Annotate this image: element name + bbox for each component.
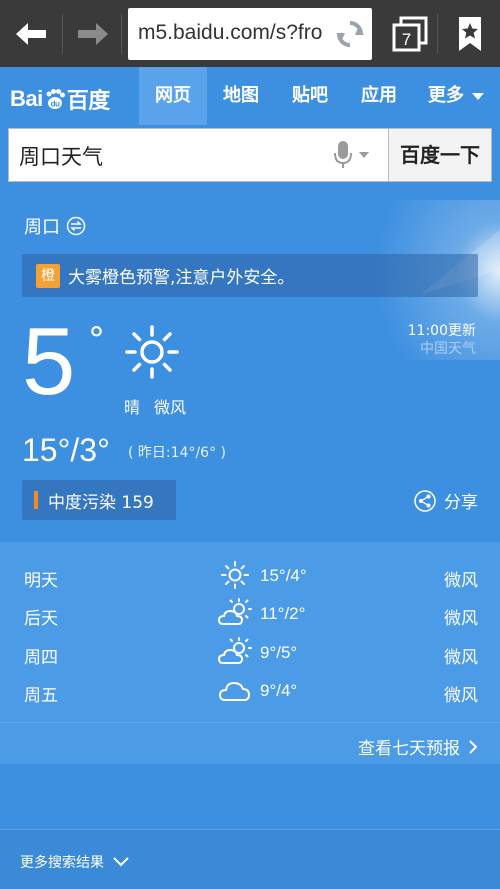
sun-icon xyxy=(125,325,179,379)
bookmark-button[interactable] xyxy=(450,14,490,54)
weather-source: 中国天气 xyxy=(420,341,476,357)
seven-day-label: 查看七天预报 xyxy=(358,739,460,759)
weather-alert[interactable]: 橙 大雾橙色预警,注意户外安全。 xyxy=(22,254,478,297)
temperature-range: 15°/3° xyxy=(22,432,110,468)
weather-condition: 晴微风 xyxy=(124,394,200,418)
tabs-button[interactable]: 7 xyxy=(390,14,430,54)
toolbar-divider xyxy=(437,14,438,54)
svg-text:du: du xyxy=(50,100,59,109)
search-input[interactable]: 周口天气 xyxy=(8,128,388,182)
more-results-label: 更多搜索结果 xyxy=(20,855,104,871)
tab-tieba[interactable]: 贴吧 xyxy=(276,67,344,125)
condition-text: 晴 xyxy=(124,398,141,417)
degree-symbol: ° xyxy=(88,320,105,360)
sun-cloud-icon xyxy=(218,598,252,625)
search-row: 周口天气 百度一下 xyxy=(8,128,492,182)
forward-button[interactable] xyxy=(67,8,119,60)
forecast-day: 明天 xyxy=(24,571,58,591)
tabs-icon: 7 xyxy=(392,16,428,52)
share-label: 分享 xyxy=(444,493,478,513)
swap-city-icon xyxy=(66,216,86,236)
city-selector[interactable]: 周口 xyxy=(24,213,86,239)
baidu-header: Bai du 百度 网页 地图 贴吧 应用 更多 xyxy=(0,67,500,125)
forecast-temps: 9°/4° xyxy=(260,681,298,700)
forecast-wind: 微风 xyxy=(444,648,478,668)
toolbar-divider xyxy=(121,14,122,54)
forecast-temps: 11°/2° xyxy=(260,604,306,623)
tab-webpage[interactable]: 网页 xyxy=(139,67,207,125)
bookmark-star-icon xyxy=(459,17,481,51)
city-name: 周口 xyxy=(24,217,60,238)
forecast-wind: 微风 xyxy=(444,571,478,591)
sun-cloud-icon xyxy=(218,637,252,664)
forecast-day: 后天 xyxy=(24,609,58,629)
tab-map[interactable]: 地图 xyxy=(207,67,275,125)
search-button[interactable]: 百度一下 xyxy=(388,128,492,182)
aqi-level-indicator xyxy=(34,491,38,509)
tab-more[interactable]: 更多 xyxy=(418,67,500,125)
logo-text-bai: Bai xyxy=(10,86,43,111)
alert-level-badge: 橙 xyxy=(36,263,60,288)
forecast-temps: 9°/5° xyxy=(260,643,298,662)
current-temperature: 5 xyxy=(22,308,76,415)
share-icon xyxy=(414,489,436,512)
yesterday-temperature: ( 昨日:14°/6° ) xyxy=(128,445,226,461)
forecast-row[interactable]: 明天 15°/4° 微风 xyxy=(0,558,500,594)
forecast-divider xyxy=(0,722,500,723)
chevron-right-icon xyxy=(469,739,478,754)
forecast-row[interactable]: 周五 9°/4° 微风 xyxy=(0,673,500,709)
tab-apps[interactable]: 应用 xyxy=(345,67,413,125)
browser-toolbar: m5.baidu.com/s?fro 7 xyxy=(0,0,500,67)
update-time: 11:00更新 xyxy=(407,323,476,339)
forecast-row[interactable]: 后天 11°/2° 微风 xyxy=(0,596,500,632)
air-quality-text: 中度污染 159 xyxy=(48,492,154,513)
arrow-right-icon xyxy=(78,23,108,45)
cloud-icon xyxy=(218,681,251,701)
baidu-logo[interactable]: Bai du 百度 xyxy=(10,83,110,115)
forecast-row[interactable]: 周四 9°/5° 微风 xyxy=(0,635,500,671)
tab-more-label: 更多 xyxy=(428,85,464,106)
sun-icon xyxy=(221,561,249,589)
microphone-icon[interactable] xyxy=(334,140,374,170)
reload-icon[interactable] xyxy=(334,18,366,50)
toolbar-divider xyxy=(62,14,63,54)
tabs-count: 7 xyxy=(402,30,411,49)
forecast-wind: 微风 xyxy=(444,609,478,629)
forecast-day: 周五 xyxy=(24,686,58,706)
forecast-day: 周四 xyxy=(24,648,58,668)
share-button[interactable]: 分享 xyxy=(414,488,478,513)
url-bar[interactable]: m5.baidu.com/s?fro xyxy=(128,8,372,60)
caret-down-icon xyxy=(472,92,484,100)
back-button[interactable] xyxy=(5,8,57,60)
paw-logo-icon: du xyxy=(46,89,65,109)
forecast-panel: 明天 15°/4° 微风 后天 11°/2° 微风 周四 9°/5° 微风 周五… xyxy=(0,542,500,764)
more-results-bar[interactable]: 更多搜索结果 xyxy=(0,829,500,889)
wind-text: 微风 xyxy=(154,398,187,417)
seven-day-forecast-link[interactable]: 查看七天预报 xyxy=(358,734,478,759)
forecast-wind: 微风 xyxy=(444,686,478,706)
logo-text-baidu: 百度 xyxy=(66,88,111,113)
update-info: 11:00更新 中国天气 xyxy=(408,322,476,358)
more-results-link[interactable]: 更多搜索结果 xyxy=(20,852,130,872)
air-quality-badge[interactable]: 中度污染 159 xyxy=(22,480,176,520)
forecast-temps: 15°/4° xyxy=(260,566,307,585)
arrow-left-icon xyxy=(16,23,46,45)
chevron-down-icon xyxy=(113,857,129,867)
alert-text: 大雾橙色预警,注意户外安全。 xyxy=(68,268,295,288)
url-text[interactable]: m5.baidu.com/s?fro xyxy=(138,21,324,45)
